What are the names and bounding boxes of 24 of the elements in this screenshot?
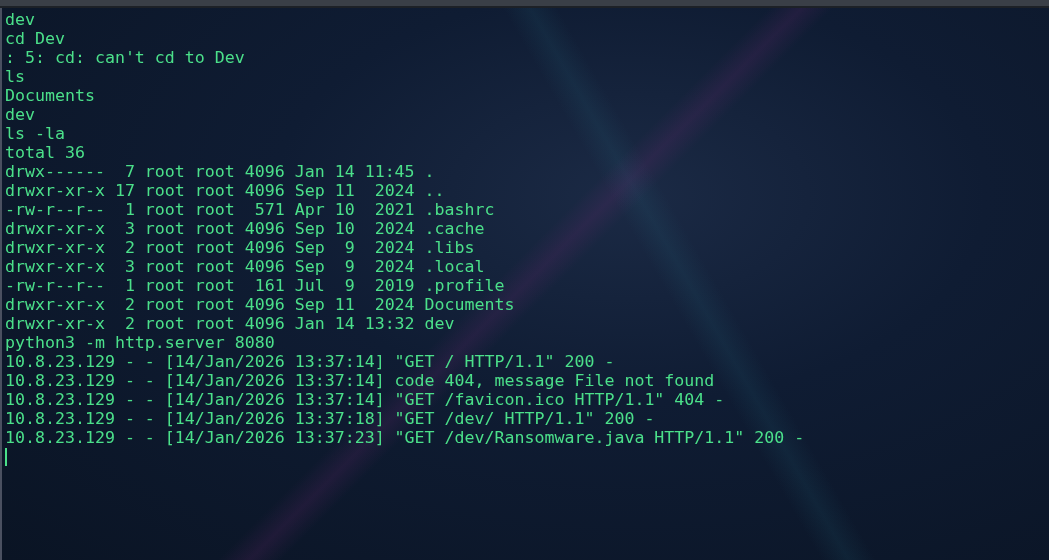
terminal-line: drwx------ 7 root root 4096 Jan 14 11:45 . — [5, 162, 435, 181]
terminal-line: drwxr-xr-x 3 root root 4096 Sep 9 2024 .local — [5, 257, 485, 276]
terminal-line: dev — [5, 105, 35, 124]
terminal-line: drwxr-xr-x 17 root root 4096 Sep 11 2024 .. — [5, 181, 445, 200]
terminal-line: ls -la — [5, 124, 65, 143]
text-cursor — [5, 448, 7, 466]
terminal-line: dev — [5, 10, 35, 29]
terminal-line: 10.8.23.129 - - [14/Jan/2026 13:37:18] "GET /dev/ HTTP/1.1" 200 - — [5, 409, 655, 428]
terminal-line: Documents — [5, 86, 95, 105]
terminal-line: 10.8.23.129 - - [14/Jan/2026 13:37:14] code 404, message File not found — [5, 371, 715, 390]
terminal-line: python3 -m http.server 8080 — [5, 333, 275, 352]
terminal-line: drwxr-xr-x 2 root root 4096 Jan 14 13:32 dev — [5, 314, 455, 333]
terminal-line: -rw-r--r-- 1 root root 571 Apr 10 2021 .bashrc — [5, 200, 495, 219]
terminal-line: total 36 — [5, 143, 85, 162]
terminal-line: 10.8.23.129 - - [14/Jan/2026 13:37:14] "GET /favicon.ico HTTP/1.1" 404 - — [5, 390, 725, 409]
terminal-line: cd Dev — [5, 29, 65, 48]
terminal-line: drwxr-xr-x 3 root root 4096 Sep 10 2024 .cache — [5, 219, 485, 238]
terminal-line: 10.8.23.129 - - [14/Jan/2026 13:37:14] "GET / HTTP/1.1" 200 - — [5, 352, 615, 371]
terminal-line: -rw-r--r-- 1 root root 161 Jul 9 2019 .profile — [5, 276, 505, 295]
terminal-line: ls — [5, 67, 25, 86]
terminal-line: 10.8.23.129 - - [14/Jan/2026 13:37:23] "GET /dev/Ransomware.java HTTP/1.1" 200 - — [5, 428, 805, 447]
terminal-line: drwxr-xr-x 2 root root 4096 Sep 9 2024 .libs — [5, 238, 475, 257]
terminal-line: : 5: cd: can't cd to Dev — [5, 48, 245, 67]
terminal-line: drwxr-xr-x 2 root root 4096 Sep 11 2024 Documents — [5, 295, 515, 314]
